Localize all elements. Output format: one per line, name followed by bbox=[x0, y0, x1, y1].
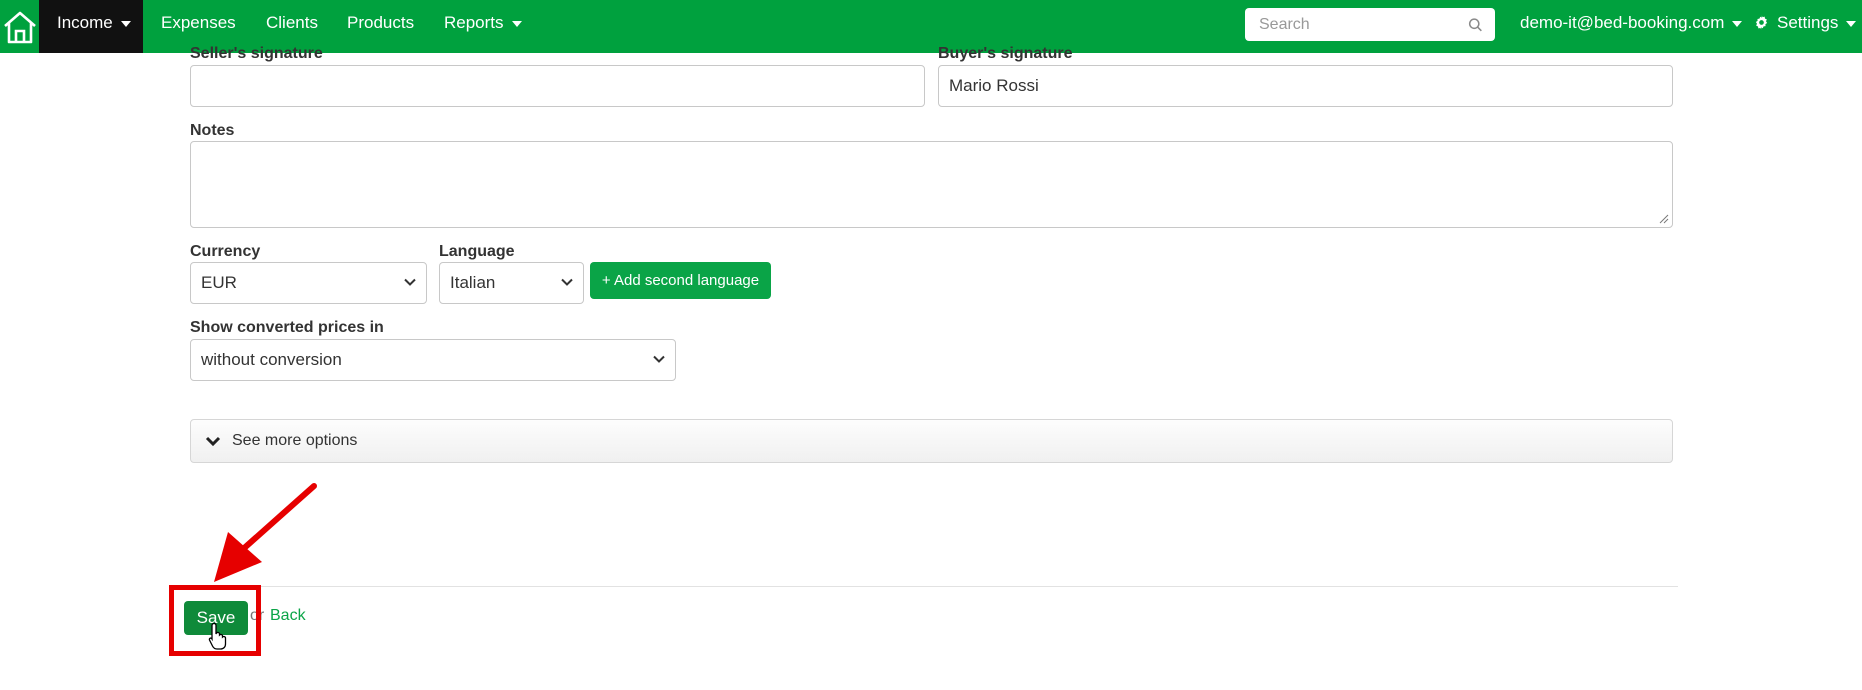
nav-income[interactable]: Income bbox=[39, 0, 143, 53]
nav-income-label: Income bbox=[57, 13, 113, 32]
notes-label: Notes bbox=[190, 122, 235, 139]
chevron-down-icon bbox=[1846, 20, 1857, 27]
search-icon[interactable] bbox=[1468, 16, 1483, 34]
home-button[interactable] bbox=[0, 0, 39, 53]
chevron-down-icon bbox=[205, 436, 221, 446]
search-box bbox=[1245, 8, 1495, 41]
nav-reports[interactable]: Reports bbox=[426, 0, 540, 53]
nav-products[interactable]: Products bbox=[329, 0, 432, 53]
gear-icon bbox=[1755, 15, 1768, 30]
chevron-down-icon bbox=[561, 278, 573, 286]
user-email: demo-it@bed-booking.com bbox=[1520, 13, 1725, 32]
chevron-down-icon bbox=[404, 278, 416, 286]
see-more-options-panel[interactable]: See more options bbox=[190, 419, 1673, 463]
chevron-down-icon bbox=[511, 20, 522, 27]
nav-products-label: Products bbox=[347, 13, 415, 32]
language-select[interactable]: Italian bbox=[439, 262, 584, 304]
settings-label: Settings bbox=[1777, 13, 1839, 32]
buyer-signature-input[interactable]: Mario Rossi bbox=[938, 65, 1673, 107]
converted-prices-select[interactable]: without conversion bbox=[190, 339, 676, 381]
nav-reports-label: Reports bbox=[444, 13, 504, 32]
converted-prices-label: Show converted prices in bbox=[190, 319, 384, 336]
settings-menu[interactable]: Settings bbox=[1736, 0, 1862, 53]
chevron-down-icon bbox=[120, 20, 131, 27]
buyer-signature-label: Buyer's signature bbox=[938, 45, 1073, 62]
add-second-language-label: + Add second language bbox=[601, 272, 760, 289]
resize-handle-icon[interactable] bbox=[1659, 214, 1669, 224]
currency-label: Currency bbox=[190, 243, 261, 260]
notes-textarea[interactable] bbox=[190, 141, 1673, 228]
search-input[interactable] bbox=[1257, 14, 1468, 35]
currency-value: EUR bbox=[201, 273, 237, 292]
add-second-language-button[interactable]: + Add second language bbox=[590, 262, 771, 299]
divider bbox=[190, 586, 1678, 587]
hand-cursor-icon bbox=[208, 622, 227, 650]
language-value: Italian bbox=[450, 273, 496, 292]
home-icon bbox=[3, 11, 36, 43]
currency-select[interactable]: EUR bbox=[190, 262, 427, 304]
seller-signature-input[interactable] bbox=[190, 65, 925, 107]
converted-prices-value: without conversion bbox=[201, 350, 342, 369]
nav-clients-label: Clients bbox=[266, 13, 318, 32]
chevron-down-icon bbox=[653, 355, 665, 363]
annotation-arrow-icon bbox=[214, 483, 317, 582]
seller-signature-label: Seller's signature bbox=[190, 45, 323, 62]
see-more-options-label: See more options bbox=[232, 432, 358, 449]
language-label: Language bbox=[439, 243, 515, 260]
back-link[interactable]: Back bbox=[270, 607, 306, 625]
nav-expenses-label: Expenses bbox=[161, 13, 236, 32]
user-menu[interactable]: demo-it@bed-booking.com bbox=[1502, 0, 1760, 53]
